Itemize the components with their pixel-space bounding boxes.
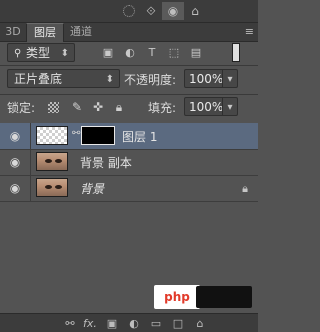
divider bbox=[30, 149, 31, 175]
lock-all-icon[interactable]: 🔒︎ bbox=[112, 100, 126, 114]
link-icon[interactable]: ⚯ bbox=[62, 315, 78, 331]
new-layer-icon[interactable]: □ bbox=[170, 315, 186, 331]
layer-kind-dropdown[interactable]: ⚲ 类型 ⬍ bbox=[7, 43, 75, 62]
search-icon: ⚲ bbox=[14, 48, 22, 59]
opacity-slider-button[interactable]: ▾ bbox=[222, 70, 237, 87]
lock-label: 锁定: bbox=[7, 101, 36, 115]
divider bbox=[30, 123, 31, 149]
lock-position-icon[interactable]: ✜ bbox=[91, 100, 105, 114]
watermark-dark-box bbox=[196, 286, 252, 308]
filter-toggle[interactable] bbox=[232, 43, 240, 62]
image-filter-icon[interactable]: ▣ bbox=[100, 44, 116, 60]
layer-row-background[interactable]: ◉ 背景 🔒︎ bbox=[0, 175, 258, 202]
thumbnail-eye bbox=[55, 159, 62, 163]
fill-field[interactable]: 100% ▾ bbox=[184, 97, 238, 116]
eye-icon[interactable]: ◉ bbox=[162, 2, 184, 20]
fill-slider-button[interactable]: ▾ bbox=[222, 98, 237, 115]
link-chain-icon[interactable]: ⚯ bbox=[72, 128, 80, 139]
type-filter-icon[interactable]: T bbox=[144, 44, 160, 60]
divider bbox=[30, 175, 31, 201]
lock-transparent-icon[interactable] bbox=[46, 100, 60, 114]
top-icon-group: ⟐ ◉ ⌂ bbox=[118, 2, 206, 20]
selection-dotted-icon[interactable] bbox=[118, 2, 140, 20]
panel-tabs: 3D 图层 通道 ≡ bbox=[0, 23, 258, 42]
arrange-icon[interactable]: ⟐ bbox=[140, 2, 162, 20]
layer-name[interactable]: 背景 副本 bbox=[80, 154, 132, 171]
folder-icon[interactable]: ▭ bbox=[148, 315, 164, 331]
layer-thumbnail bbox=[36, 178, 68, 197]
mask-icon[interactable]: ▣ bbox=[104, 315, 120, 331]
visibility-eye-icon[interactable]: ◉ bbox=[8, 181, 22, 195]
fill-value: 100% bbox=[189, 100, 224, 114]
panel-bottom-bar: ⚯ fx. ▣ ◐ ▭ □ ⌂ bbox=[0, 313, 258, 332]
thumbnail-eye bbox=[45, 159, 52, 163]
lock-icon: 🔒︎ bbox=[242, 182, 248, 195]
shape-filter-icon[interactable]: ⬚ bbox=[166, 44, 182, 60]
divider bbox=[0, 94, 258, 95]
layer-kind-label: 类型 bbox=[26, 46, 51, 60]
blend-mode-dropdown[interactable]: 正片叠底 ⬍ bbox=[7, 69, 120, 88]
layer-name[interactable]: 图层 1 bbox=[122, 128, 157, 145]
adjustment-filter-icon[interactable]: ◐ bbox=[122, 44, 138, 60]
opacity-value: 100% bbox=[189, 72, 224, 86]
layer-mask-thumbnail[interactable] bbox=[81, 126, 115, 145]
tab-3d[interactable]: 3D bbox=[0, 23, 26, 41]
watermark-logo: php bbox=[154, 285, 200, 309]
visibility-eye-icon[interactable]: ◉ bbox=[8, 155, 22, 169]
adjustment-icon[interactable]: ◐ bbox=[126, 315, 142, 331]
fx-icon[interactable]: fx. bbox=[82, 315, 98, 331]
tab-layers[interactable]: 图层 bbox=[26, 23, 64, 42]
fill-label: 填充: bbox=[148, 101, 177, 115]
blend-mode-value: 正片叠底 bbox=[14, 72, 63, 86]
thumbnail-eye bbox=[45, 185, 52, 189]
lock-image-icon[interactable]: ✎ bbox=[70, 100, 84, 114]
opacity-label: 不透明度: bbox=[124, 73, 177, 87]
panel-menu-icon[interactable]: ≡ bbox=[245, 25, 254, 38]
visibility-eye-icon[interactable]: ◉ bbox=[8, 129, 22, 143]
layer-thumbnail bbox=[36, 152, 68, 171]
trash-icon[interactable]: ⌂ bbox=[184, 2, 206, 20]
layers-list: ◉ ⚯ 图层 1 ◉ 背景 副本 ◉ 背景 🔒︎ bbox=[0, 119, 258, 313]
layer-name[interactable]: 背景 bbox=[80, 180, 104, 197]
tab-channels[interactable]: 通道 bbox=[64, 23, 98, 41]
layer-thumbnail bbox=[36, 126, 68, 145]
chevron-down-icon: ⬍ bbox=[105, 74, 114, 85]
layer-row-background-copy[interactable]: ◉ 背景 副本 bbox=[0, 149, 258, 176]
panel-top-strip: ⟐ ◉ ⌂ bbox=[0, 0, 258, 23]
divider bbox=[0, 65, 258, 66]
opacity-field[interactable]: 100% ▾ bbox=[184, 69, 238, 88]
trash-icon[interactable]: ⌂ bbox=[192, 315, 208, 331]
chevron-down-icon: ⬍ bbox=[60, 48, 69, 59]
thumbnail-eye bbox=[55, 185, 62, 189]
layer-row-1[interactable]: ◉ ⚯ 图层 1 bbox=[0, 123, 258, 150]
smart-object-filter-icon[interactable]: ▤ bbox=[188, 44, 204, 60]
